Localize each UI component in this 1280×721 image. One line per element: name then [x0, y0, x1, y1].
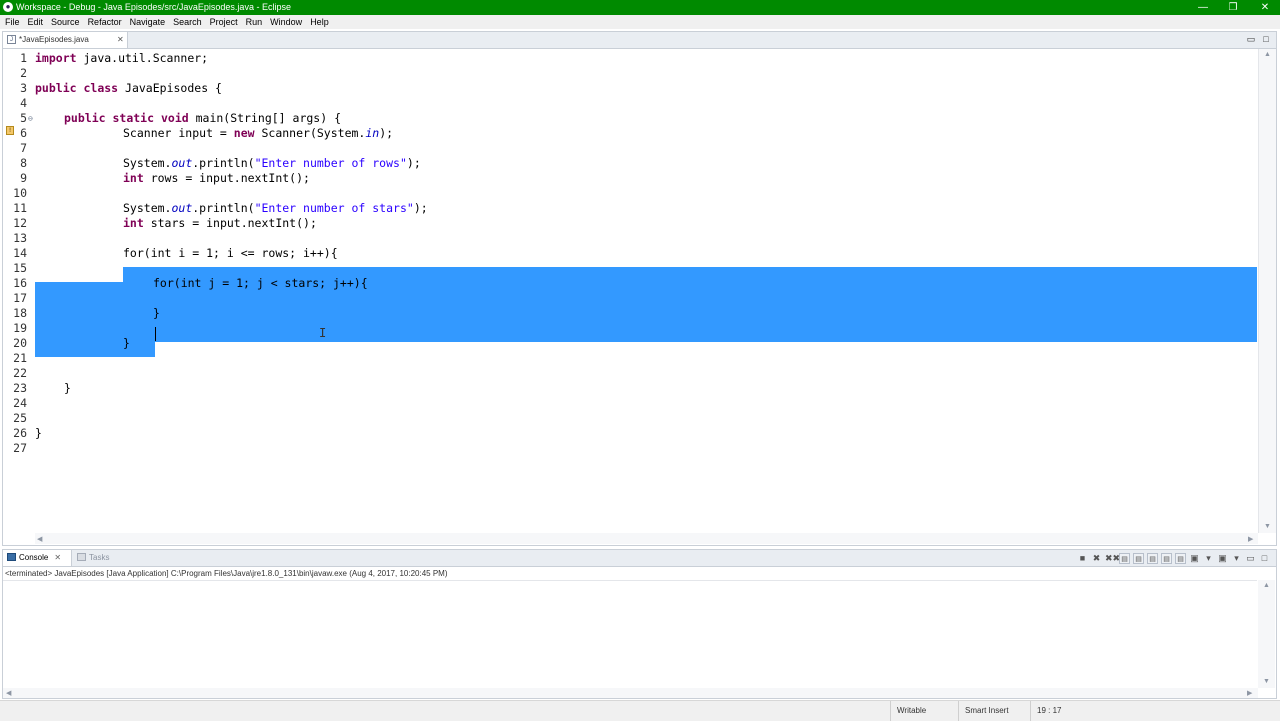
code-line: 8 System.out.println("Enter number of row…: [20, 156, 421, 170]
editor-tab-label: *JavaEpisodes.java: [19, 35, 89, 44]
code-line: 15: [13, 261, 27, 275]
console-tab-bar: Console ✕ Tasks ■ ✖ ✖✖▤ ▤ ▤ ▤ ▤ ▣ ▾ ▣ ▾ ▭ □: [3, 550, 1276, 567]
console-toolbar: ■ ✖ ✖✖▤ ▤ ▤ ▤ ▤ ▣ ▾ ▣ ▾ ▭ □: [1074, 553, 1270, 564]
minimize-view-icon[interactable]: ▭: [1246, 34, 1256, 44]
maximize-view-icon[interactable]: □: [1261, 34, 1271, 44]
code-line: 14 for(int i = 1; i <= rows; i++){: [13, 246, 338, 260]
open-console-icon[interactable]: ▣: [1217, 553, 1228, 564]
code-line: 4: [20, 96, 27, 110]
code-editor[interactable]: 1 import java.util.Scanner; 2 3 public cla…: [3, 49, 1257, 533]
editor-tab-javaepisodes[interactable]: J *JavaEpisodes.java ✕: [3, 32, 128, 48]
java-file-icon: J: [7, 35, 16, 44]
code-line: 13: [13, 231, 27, 245]
editor-horizontal-scrollbar[interactable]: ◀ ▶: [35, 533, 1258, 544]
code-line: 21: [13, 351, 27, 365]
code-line: 12 int stars = input.nextInt();: [13, 216, 317, 230]
menu-refactor[interactable]: Refactor: [84, 15, 126, 29]
scroll-right-icon[interactable]: ▶: [1247, 689, 1252, 697]
code-line: 1 import java.util.Scanner;: [20, 51, 209, 65]
clear-console-icon[interactable]: ▤: [1119, 553, 1130, 564]
scroll-right-icon[interactable]: ▶: [1248, 535, 1253, 543]
menu-search[interactable]: Search: [169, 15, 206, 29]
scroll-up-icon[interactable]: ▲: [1263, 582, 1270, 589]
code-line: 9 int rows = input.nextInt();: [20, 171, 310, 185]
word-wrap-icon[interactable]: ▤: [1147, 553, 1158, 564]
window-title: Workspace - Debug - Java Episodes/src/Ja…: [16, 2, 291, 12]
editor-panel: J *JavaEpisodes.java ✕ ▭ □ 1 import java.…: [2, 31, 1277, 546]
console-panel: Console ✕ Tasks ■ ✖ ✖✖▤ ▤ ▤ ▤ ▤ ▣ ▾ ▣ ▾ ▭ □ <terminat…: [2, 549, 1277, 699]
code-line: 24: [13, 396, 27, 410]
code-line: 18}: [13, 306, 160, 320]
scroll-down-icon[interactable]: ▼: [1263, 678, 1270, 685]
menu-navigate[interactable]: Navigate: [126, 15, 170, 29]
open-console-dropdown-icon[interactable]: ▾: [1231, 553, 1242, 564]
close-icon[interactable]: ✕: [117, 34, 124, 46]
remove-launch-icon[interactable]: ✖: [1091, 553, 1102, 564]
menu-help[interactable]: Help: [306, 15, 333, 29]
pin-console-icon[interactable]: ▣: [1189, 553, 1200, 564]
scroll-left-icon[interactable]: ◀: [37, 535, 42, 543]
console-horizontal-scrollbar[interactable]: ◀ ▶: [3, 688, 1258, 698]
editor-tab-bar: J *JavaEpisodes.java ✕ ▭ □: [3, 32, 1276, 49]
code-line: 2: [20, 66, 27, 80]
console-output[interactable]: [3, 580, 1257, 689]
tab-console[interactable]: Console ✕: [3, 550, 72, 566]
remove-all-terminated-icon[interactable]: ✖✖: [1105, 553, 1120, 564]
code-line: 11 System.out.println("Enter number of st…: [13, 201, 428, 215]
ibeam-cursor-icon: I: [319, 326, 327, 340]
menu-source[interactable]: Source: [47, 15, 84, 29]
code-line: 20}: [13, 336, 130, 350]
close-icon[interactable]: ✕: [54, 553, 61, 562]
status-writable: Writable: [890, 701, 959, 721]
code-line: 22: [13, 366, 27, 380]
console-tab-label: Console: [19, 553, 49, 562]
tasks-tab-label: Tasks: [89, 553, 110, 562]
show-on-output-icon[interactable]: ▤: [1161, 553, 1172, 564]
scroll-left-icon[interactable]: ◀: [6, 689, 11, 697]
text-caret: [155, 327, 156, 341]
console-icon: [7, 553, 16, 561]
code-line: 25: [13, 411, 27, 425]
code-line: 26}: [13, 426, 42, 440]
menu-project[interactable]: Project: [206, 15, 242, 29]
fold-collapse-icon[interactable]: ⊖: [28, 111, 33, 126]
menu-bar: File Edit Source Refactor Navigate Search Proj…: [0, 15, 1280, 29]
code-line: 5 ⊖ public static void main(String[] args)…: [20, 111, 341, 126]
code-line: 19: [13, 321, 27, 335]
display-console-dropdown-icon[interactable]: ▾: [1203, 553, 1214, 564]
menu-run[interactable]: Run: [242, 15, 267, 29]
close-button[interactable]: ✕: [1250, 0, 1280, 15]
menu-window[interactable]: Window: [266, 15, 306, 29]
code-line: 3 public class JavaEpisodes {: [20, 81, 222, 95]
menu-file[interactable]: File: [0, 15, 24, 29]
scroll-lock-icon[interactable]: ▤: [1133, 553, 1144, 564]
status-insert-mode: Smart Insert: [958, 701, 1031, 721]
eclipse-icon: ●: [3, 2, 13, 12]
code-line: 17: [13, 291, 27, 305]
minimize-view-icon[interactable]: ▭: [1245, 553, 1256, 564]
scroll-down-icon[interactable]: ▼: [1264, 523, 1271, 530]
code-line: ! 6 Scanner input = new Scanner(System.in)…: [3, 126, 1257, 141]
console-vertical-scrollbar[interactable]: ▲ ▼: [1258, 580, 1275, 688]
code-line: 10: [13, 186, 27, 200]
editor-vertical-scrollbar[interactable]: ▲ ▼: [1258, 49, 1276, 533]
minimize-button[interactable]: —: [1188, 0, 1218, 15]
code-line: 16 for(int j = 1; j < stars; j++){: [13, 276, 368, 290]
show-on-error-icon[interactable]: ▤: [1175, 553, 1186, 564]
maximize-view-icon[interactable]: □: [1259, 553, 1270, 564]
code-line: 7: [20, 141, 27, 155]
menu-edit[interactable]: Edit: [24, 15, 48, 29]
terminate-icon[interactable]: ■: [1077, 553, 1088, 564]
tab-tasks[interactable]: Tasks: [73, 550, 123, 566]
code-line: 27: [13, 441, 27, 455]
status-cursor-position: 19 : 17: [1030, 701, 1097, 721]
restore-button[interactable]: ❐: [1218, 0, 1248, 15]
title-bar: ● Workspace - Debug - Java Episodes/src/…: [0, 0, 1280, 15]
code-line: 23}: [13, 381, 71, 395]
status-bar: Writable Smart Insert 19 : 17: [0, 700, 1280, 721]
scroll-up-icon[interactable]: ▲: [1264, 51, 1271, 58]
tasks-icon: [77, 553, 86, 561]
console-status-text: <terminated> JavaEpisodes [Java Applicat…: [5, 569, 448, 578]
